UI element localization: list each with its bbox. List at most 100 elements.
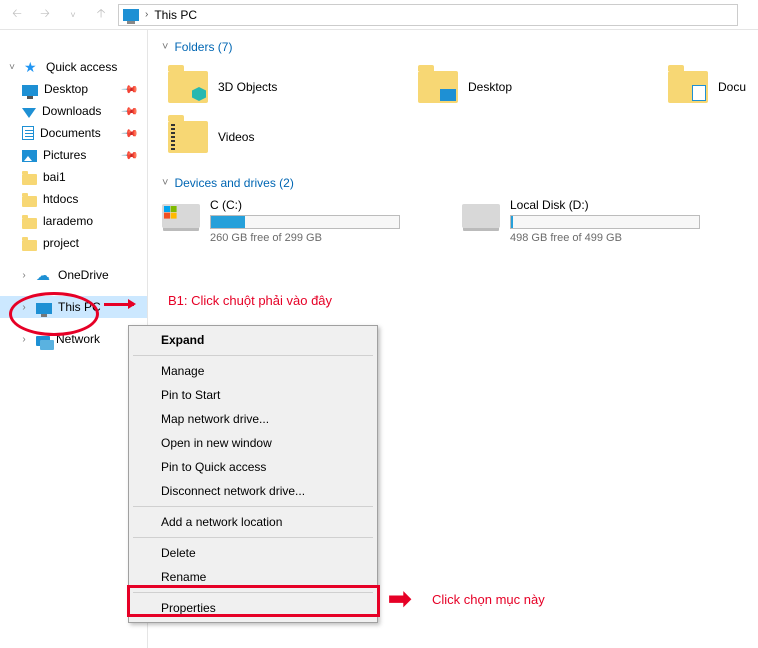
sidebar-item-label: htdocs bbox=[43, 192, 78, 206]
document-icon bbox=[22, 126, 34, 140]
folder-3d-objects[interactable]: 3D Objects bbox=[162, 62, 412, 112]
sidebar-item-larademo[interactable]: larademo bbox=[0, 210, 147, 232]
ctx-delete[interactable]: Delete bbox=[131, 541, 375, 565]
up-button[interactable]: 🡡 bbox=[90, 4, 112, 26]
ctx-pin-start[interactable]: Pin to Start bbox=[131, 383, 375, 407]
sidebar-item-desktop[interactable]: Desktop 📌 bbox=[0, 78, 147, 100]
folder-icon bbox=[22, 218, 37, 229]
folder-icon bbox=[22, 174, 37, 185]
cloud-icon: ☁ bbox=[36, 267, 52, 283]
sidebar-item-label: Quick access bbox=[46, 60, 117, 74]
drive-usage-bar bbox=[510, 215, 700, 229]
sidebar-item-label: larademo bbox=[43, 214, 93, 228]
drives-section-header[interactable]: ˅ Devices and drives (2) bbox=[162, 176, 758, 190]
desktop-icon bbox=[22, 85, 38, 96]
sidebar-item-label: Pictures bbox=[43, 148, 86, 162]
folder-icon bbox=[668, 71, 708, 103]
ctx-manage[interactable]: Manage bbox=[131, 359, 375, 383]
ctx-expand[interactable]: Expand bbox=[131, 328, 375, 352]
forward-button[interactable]: 🡢 bbox=[34, 4, 56, 26]
pin-icon: 📌 bbox=[121, 80, 140, 99]
chevron-down-icon: ˅ bbox=[162, 41, 168, 53]
drive-c[interactable]: C (C:) 260 GB free of 299 GB bbox=[162, 198, 422, 244]
sidebar-item-label: Downloads bbox=[42, 104, 101, 118]
drive-usage-bar bbox=[210, 215, 400, 229]
separator bbox=[133, 537, 373, 538]
sidebar-item-downloads[interactable]: Downloads 📌 bbox=[0, 100, 147, 122]
breadcrumb-this-pc[interactable]: This PC bbox=[154, 8, 197, 22]
separator bbox=[133, 506, 373, 507]
folder-documents[interactable]: Docu bbox=[662, 62, 752, 112]
sidebar-item-pictures[interactable]: Pictures 📌 bbox=[0, 144, 147, 166]
chevron-down-icon: ˅ bbox=[162, 177, 168, 189]
folder-icon bbox=[168, 71, 208, 103]
sidebar-item-htdocs[interactable]: htdocs bbox=[0, 188, 147, 210]
drive-free-text: 498 GB free of 499 GB bbox=[510, 232, 700, 244]
annotation-arrow bbox=[104, 303, 134, 306]
ctx-map-drive[interactable]: Map network drive... bbox=[131, 407, 375, 431]
drive-label: Local Disk (D:) bbox=[510, 198, 700, 212]
chevron-right-icon: › bbox=[145, 9, 148, 20]
context-menu: Expand Manage Pin to Start Map network d… bbox=[128, 325, 378, 623]
recent-dropdown[interactable]: ˅ bbox=[62, 4, 84, 26]
section-title-text: Devices and drives (2) bbox=[174, 176, 293, 190]
sidebar-item-label: Desktop bbox=[44, 82, 88, 96]
chevron-right-icon[interactable]: › bbox=[18, 334, 30, 345]
ctx-disconnect[interactable]: Disconnect network drive... bbox=[131, 479, 375, 503]
sidebar-item-label: OneDrive bbox=[58, 268, 109, 282]
network-icon bbox=[36, 336, 50, 346]
sidebar-item-bai1[interactable]: bai1 bbox=[0, 166, 147, 188]
separator bbox=[133, 592, 373, 593]
folder-icon bbox=[22, 196, 37, 207]
sidebar-item-label: This PC bbox=[58, 300, 101, 314]
sidebar-item-documents[interactable]: Documents 📌 bbox=[0, 122, 147, 144]
drive-d[interactable]: Local Disk (D:) 498 GB free of 499 GB bbox=[462, 198, 722, 244]
sidebar-quick-access[interactable]: ˅ ★ Quick access bbox=[0, 56, 147, 78]
pin-icon: 📌 bbox=[121, 102, 140, 121]
download-icon bbox=[22, 108, 36, 118]
separator bbox=[133, 355, 373, 356]
folder-icon bbox=[418, 71, 458, 103]
pin-icon: 📌 bbox=[121, 146, 140, 165]
sidebar-item-project[interactable]: project bbox=[0, 232, 147, 254]
folders-section-header[interactable]: ˅ Folders (7) bbox=[162, 40, 758, 54]
sidebar-item-label: Network bbox=[56, 332, 100, 346]
annotation-text-b2: Click chọn mục này bbox=[432, 592, 545, 607]
folder-videos[interactable]: Videos bbox=[162, 112, 412, 162]
folder-label: 3D Objects bbox=[218, 80, 277, 94]
sidebar-item-label: Documents bbox=[40, 126, 101, 140]
sidebar-item-onedrive[interactable]: › ☁ OneDrive bbox=[0, 264, 147, 286]
ctx-open-new[interactable]: Open in new window bbox=[131, 431, 375, 455]
ctx-pin-qa[interactable]: Pin to Quick access bbox=[131, 455, 375, 479]
drive-free-text: 260 GB free of 299 GB bbox=[210, 232, 400, 244]
star-icon: ★ bbox=[24, 59, 40, 75]
sidebar-item-this-pc[interactable]: › This PC bbox=[0, 296, 147, 318]
sidebar-item-label: bai1 bbox=[43, 170, 66, 184]
folder-icon bbox=[168, 121, 208, 153]
picture-icon bbox=[22, 150, 37, 162]
address-input[interactable]: › This PC bbox=[118, 4, 738, 26]
sidebar-item-label: project bbox=[43, 236, 79, 250]
ctx-add-location[interactable]: Add a network location bbox=[131, 510, 375, 534]
sidebar-item-network[interactable]: › Network bbox=[0, 328, 147, 350]
drive-icon bbox=[462, 204, 500, 228]
address-bar: 🡠 🡢 ˅ 🡡 › This PC bbox=[0, 0, 758, 30]
drive-label: C (C:) bbox=[210, 198, 400, 212]
chevron-down-icon[interactable]: ˅ bbox=[6, 62, 18, 73]
folder-desktop[interactable]: Desktop bbox=[412, 62, 662, 112]
ctx-rename[interactable]: Rename bbox=[131, 565, 375, 589]
back-button[interactable]: 🡠 bbox=[6, 4, 28, 26]
pin-icon: 📌 bbox=[121, 124, 140, 143]
chevron-right-icon[interactable]: › bbox=[18, 302, 30, 313]
ctx-properties[interactable]: Properties bbox=[131, 596, 375, 620]
drive-icon bbox=[162, 204, 200, 228]
pc-icon bbox=[123, 9, 139, 21]
chevron-right-icon[interactable]: › bbox=[18, 270, 30, 281]
annotation-text-b1: B1: Click chuột phải vào đây bbox=[168, 293, 332, 308]
folder-label: Videos bbox=[218, 130, 254, 144]
nav-sidebar: ˅ ★ Quick access Desktop 📌 Downloads 📌 D… bbox=[0, 30, 148, 648]
annotation-arrow-right: ➡ bbox=[388, 582, 411, 615]
folder-label: Docu bbox=[718, 80, 746, 94]
section-title-text: Folders (7) bbox=[174, 40, 232, 54]
folder-icon bbox=[22, 240, 37, 251]
